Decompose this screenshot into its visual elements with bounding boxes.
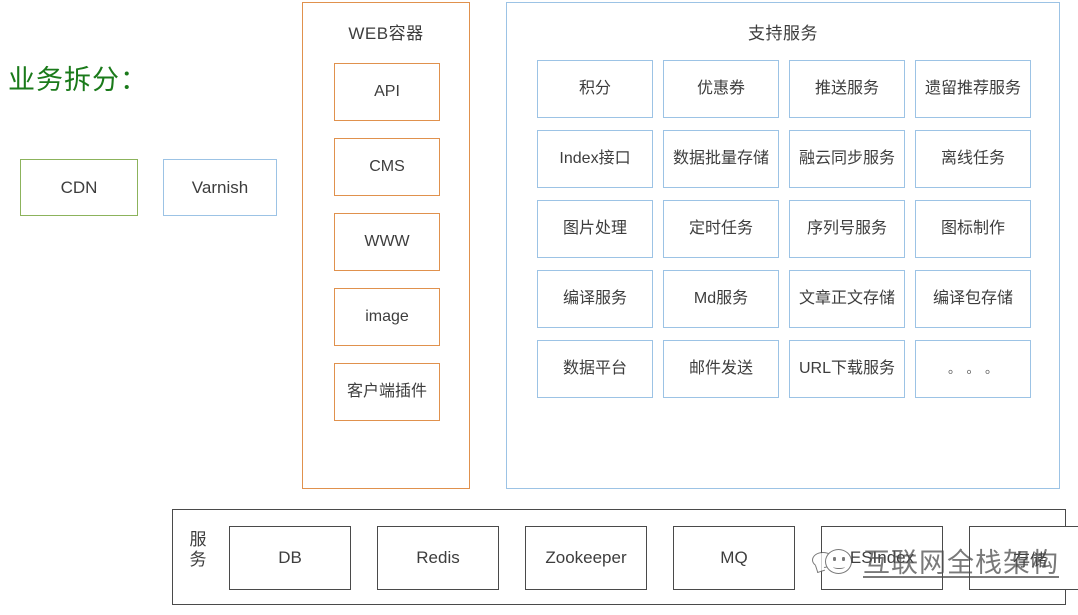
support-service-item[interactable]: 序列号服务 — [789, 200, 905, 258]
infrastructure-item[interactable]: Zookeeper — [525, 526, 647, 590]
infrastructure-label: 服务 — [189, 530, 207, 569]
support-service-label: 数据平台 — [562, 359, 627, 377]
infrastructure-item-label: 存储 — [1013, 550, 1047, 570]
web-container-item[interactable]: CMS — [334, 138, 440, 196]
support-services-group: 支持服务 积分 优惠券 推送服务 遗留推荐服务 Index接口 数据批量存储 融… — [506, 2, 1060, 489]
web-container-item-list: API CMS WWW image 客户端插件 — [334, 63, 440, 421]
support-service-label: 图片处理 — [562, 219, 627, 237]
support-service-label: 积分 — [578, 79, 611, 97]
web-container-group: WEB容器 API CMS WWW image 客户端插件 — [302, 2, 470, 489]
web-item-label: CMS — [369, 157, 405, 175]
support-service-item[interactable]: 积分 — [537, 60, 653, 118]
support-service-item[interactable]: 文章正文存储 — [789, 270, 905, 328]
support-service-item[interactable]: Index接口 — [537, 130, 653, 188]
infrastructure-bar: 服务 DB Redis Zookeeper MQ ESIndex 存储 — [172, 509, 1078, 605]
support-service-item[interactable]: 编译包存储 — [915, 270, 1031, 328]
support-service-label: Index接口 — [559, 149, 631, 167]
infrastructure-item-label: ESIndex — [849, 548, 915, 567]
support-service-label: 序列号服务 — [806, 219, 887, 237]
support-service-label: 编译服务 — [562, 289, 627, 307]
infrastructure-item-label: MQ — [720, 548, 748, 567]
support-service-label: Md服务 — [693, 289, 749, 307]
support-service-item-more[interactable]: 。。。 — [915, 340, 1031, 398]
infrastructure-item[interactable]: 存储 — [969, 526, 1078, 590]
support-service-label: 数据批量存储 — [672, 149, 769, 167]
support-service-item[interactable]: 编译服务 — [537, 270, 653, 328]
web-item-label: API — [374, 82, 400, 100]
infrastructure-item-label: DB — [278, 548, 302, 567]
cdn-label: CDN — [60, 177, 98, 197]
support-service-label: 优惠券 — [696, 79, 745, 97]
support-service-item[interactable]: 优惠券 — [663, 60, 779, 118]
web-container-title: WEB容器 — [348, 24, 424, 43]
support-service-item[interactable]: 邮件发送 — [663, 340, 779, 398]
support-service-label: 编译包存储 — [932, 289, 1013, 307]
support-service-label: 离线任务 — [940, 149, 1005, 167]
web-item-label: WWW — [364, 232, 410, 250]
infrastructure-item[interactable]: DB — [229, 526, 351, 590]
varnish-box[interactable]: Varnish — [163, 159, 277, 216]
support-service-label: 遗留推荐服务 — [924, 79, 1021, 97]
support-services-title: 支持服务 — [748, 24, 818, 43]
support-services-grid: 积分 优惠券 推送服务 遗留推荐服务 Index接口 数据批量存储 融云同步服务… — [537, 60, 1031, 398]
web-item-label: image — [365, 307, 409, 325]
support-service-label: 定时任务 — [688, 219, 753, 237]
infrastructure-item[interactable]: MQ — [673, 526, 795, 590]
support-service-item[interactable]: 推送服务 — [789, 60, 905, 118]
support-service-item[interactable]: 融云同步服务 — [789, 130, 905, 188]
support-service-item[interactable]: 数据平台 — [537, 340, 653, 398]
infrastructure-item-list: DB Redis Zookeeper MQ ESIndex 存储 — [229, 526, 1078, 590]
web-container-item[interactable]: 客户端插件 — [334, 363, 440, 421]
support-service-item[interactable]: 离线任务 — [915, 130, 1031, 188]
diagram-canvas: 业务拆分： CDN Varnish WEB容器 API CMS WWW imag… — [0, 0, 1078, 615]
support-service-label: 邮件发送 — [688, 359, 753, 377]
web-container-item[interactable]: WWW — [334, 213, 440, 271]
infrastructure-item[interactable]: ESIndex — [821, 526, 943, 590]
support-service-label: 推送服务 — [814, 79, 879, 97]
support-service-item[interactable]: 数据批量存储 — [663, 130, 779, 188]
support-service-item[interactable]: 图片处理 — [537, 200, 653, 258]
support-service-label: 。。。 — [947, 361, 1010, 377]
infrastructure-item[interactable]: Redis — [377, 526, 499, 590]
support-service-label: 融云同步服务 — [798, 149, 895, 167]
support-service-item[interactable]: 图标制作 — [915, 200, 1031, 258]
varnish-label: Varnish — [191, 177, 249, 197]
support-service-label: 文章正文存储 — [798, 289, 895, 307]
infrastructure-item-label: Redis — [416, 548, 460, 567]
support-service-item[interactable]: URL下载服务 — [789, 340, 905, 398]
support-service-item[interactable]: Md服务 — [663, 270, 779, 328]
cdn-box[interactable]: CDN — [20, 159, 138, 216]
web-container-item[interactable]: image — [334, 288, 440, 346]
support-service-item[interactable]: 遗留推荐服务 — [915, 60, 1031, 118]
web-container-item[interactable]: API — [334, 63, 440, 121]
web-item-label: 客户端插件 — [346, 382, 427, 400]
support-service-label: URL下载服务 — [798, 359, 895, 377]
support-service-item[interactable]: 定时任务 — [663, 200, 779, 258]
page-title: 业务拆分： — [8, 65, 148, 95]
support-service-label: 图标制作 — [940, 219, 1005, 237]
infrastructure-item-label: Zookeeper — [545, 548, 627, 567]
